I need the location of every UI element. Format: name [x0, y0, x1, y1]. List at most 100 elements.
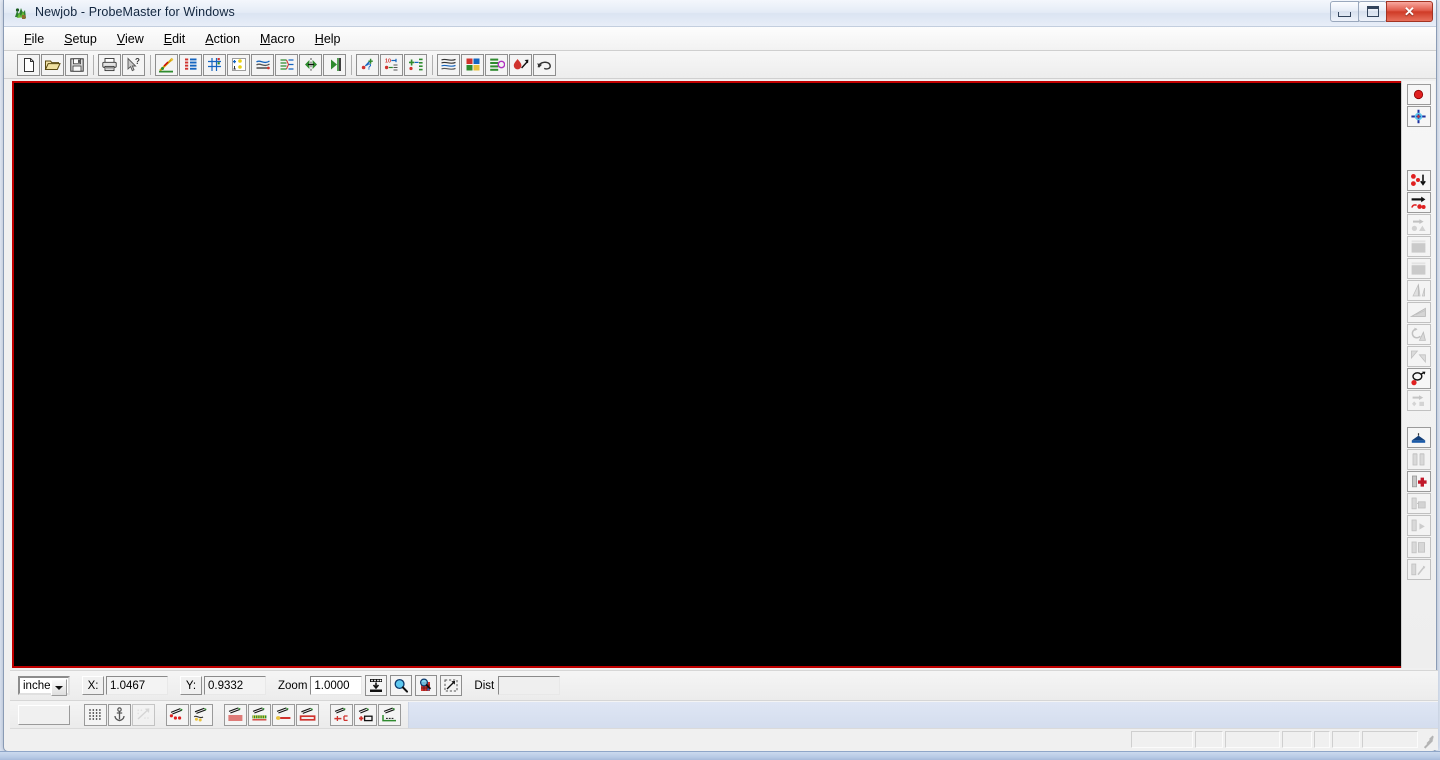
minimize-button[interactable]: [1330, 1, 1359, 22]
menu-edit[interactable]: Edit: [154, 29, 196, 49]
context-help-button[interactable]: ?: [122, 53, 145, 76]
dots-down-arrow-icon: [1410, 173, 1427, 188]
query-point-button[interactable]: ?: [356, 53, 379, 76]
fit-to-window-button[interactable]: [365, 675, 388, 696]
save-disk-button[interactable]: [65, 53, 88, 76]
drop-marker-button[interactable]: [509, 53, 532, 76]
flip-button[interactable]: [323, 53, 346, 76]
lasso-arrow-button[interactable]: [1406, 368, 1431, 389]
svg-text:?: ?: [366, 63, 371, 72]
dist-input[interactable]: [498, 676, 561, 695]
probe-lines-icon: [227, 707, 245, 722]
drawing-canvas[interactable]: [12, 81, 1404, 668]
zoom-region-button[interactable]: [440, 675, 463, 696]
renumber-icon: 10: [384, 57, 400, 72]
toolbar-separator: [89, 54, 98, 76]
svg-text:?: ?: [135, 57, 140, 66]
probe-card-button[interactable]: [1406, 427, 1431, 448]
menu-help[interactable]: Help: [305, 29, 351, 49]
probe-lines-button[interactable]: [224, 703, 247, 726]
maximize-icon: [1366, 6, 1379, 17]
x-coordinate-input[interactable]: 1.0467: [106, 676, 168, 695]
anchor-button[interactable]: [108, 703, 131, 726]
window-title: Newjob - ProbeMaster for Windows: [35, 5, 235, 19]
context-help-icon: ?: [125, 57, 142, 73]
probe-strip-button[interactable]: [248, 703, 271, 726]
add-net-button[interactable]: [404, 53, 427, 76]
resize-grip-icon[interactable]: [1421, 732, 1436, 749]
mirror-button[interactable]: [299, 53, 322, 76]
zoom-input[interactable]: 1.0000: [310, 676, 363, 695]
dots-down-arrow-button[interactable]: [1406, 170, 1431, 191]
status-cell-3: [1225, 731, 1280, 748]
array-grid-button[interactable]: [203, 53, 226, 76]
pad-point-button[interactable]: [227, 53, 250, 76]
renumber-button[interactable]: 10: [380, 53, 403, 76]
x-field-label: X:: [82, 676, 104, 695]
printer-button[interactable]: [98, 53, 121, 76]
add-cross-button[interactable]: [1406, 471, 1431, 492]
toolbar-separator: [146, 54, 155, 76]
zoom-grid-button[interactable]: [415, 675, 438, 696]
wire-list-button[interactable]: [437, 53, 460, 76]
crosshair-button[interactable]: [1406, 106, 1431, 127]
lower-readout[interactable]: [18, 704, 70, 725]
arrow-rotate-dots-icon: [1410, 195, 1427, 210]
menu-action[interactable]: Action: [195, 29, 250, 49]
menu-setup[interactable]: Setup: [54, 29, 107, 49]
pad-list-icon: [183, 57, 199, 72]
new-document-icon: [21, 57, 37, 73]
fit-to-window-icon: [370, 679, 383, 692]
color-blocks-button[interactable]: [461, 53, 484, 76]
probe-add-icon: [357, 707, 375, 722]
status-cell-2: [1195, 731, 1223, 748]
red-dot-button[interactable]: [1406, 84, 1431, 105]
zoom-in-button[interactable]: [390, 675, 413, 696]
solid-block-icon: [1410, 239, 1427, 254]
mirror-icon: [303, 57, 319, 72]
chevron-down-icon[interactable]: [51, 679, 67, 696]
probe-add-button[interactable]: [354, 703, 377, 726]
unit-select-value: inche: [23, 679, 51, 692]
probe-trace-button[interactable]: [190, 703, 213, 726]
arrow-rotate-dots-button[interactable]: [1406, 192, 1431, 213]
close-icon: ✕: [1404, 4, 1415, 19]
net-connect-button[interactable]: [275, 53, 298, 76]
probe-lead-button[interactable]: [272, 703, 295, 726]
menu-file[interactable]: File: [14, 29, 54, 49]
y-coordinate-input[interactable]: 0.9332: [204, 676, 266, 695]
pin-edit-icon: [1410, 562, 1427, 577]
close-button[interactable]: ✕: [1386, 1, 1433, 22]
probe-dots-button[interactable]: [166, 703, 189, 726]
drop-marker-icon: [513, 57, 529, 72]
dot-grid-button[interactable]: [84, 703, 107, 726]
probe-tag-icon: [333, 707, 351, 722]
lower-toolbar-separator: [320, 704, 330, 726]
probe-measure-button[interactable]: [378, 703, 401, 726]
array-grid-icon: [207, 57, 223, 72]
unit-select[interactable]: inche: [18, 676, 70, 696]
add-cross-icon: [1410, 474, 1427, 489]
canvas-surface[interactable]: [14, 83, 1402, 666]
probe-tag-button[interactable]: [330, 703, 353, 726]
solid-block2-icon: [1410, 261, 1427, 276]
open-folder-button[interactable]: [41, 53, 64, 76]
title-bar: Newjob - ProbeMaster for Windows ✕: [4, 0, 1436, 27]
pad-list-button[interactable]: [179, 53, 202, 76]
arrow-shapes-icon: [1410, 217, 1427, 232]
right-tool-sidebar: [1401, 81, 1435, 668]
probemaster-app-icon: [12, 5, 29, 22]
new-document-button[interactable]: [17, 53, 40, 76]
layer-list-button[interactable]: [485, 53, 508, 76]
two-triangles-icon: [1410, 349, 1427, 364]
probe-bar-button[interactable]: [296, 703, 319, 726]
minimize-icon: [1338, 11, 1351, 17]
probe-pen-button[interactable]: [155, 53, 178, 76]
menu-view[interactable]: View: [107, 29, 154, 49]
y-field-label: Y:: [180, 676, 202, 695]
undo-arrow-button[interactable]: [533, 53, 556, 76]
net-connect-icon: [279, 57, 295, 72]
menu-macro[interactable]: Macro: [250, 29, 305, 49]
maximize-button[interactable]: [1358, 1, 1387, 22]
wire-route-button[interactable]: [251, 53, 274, 76]
